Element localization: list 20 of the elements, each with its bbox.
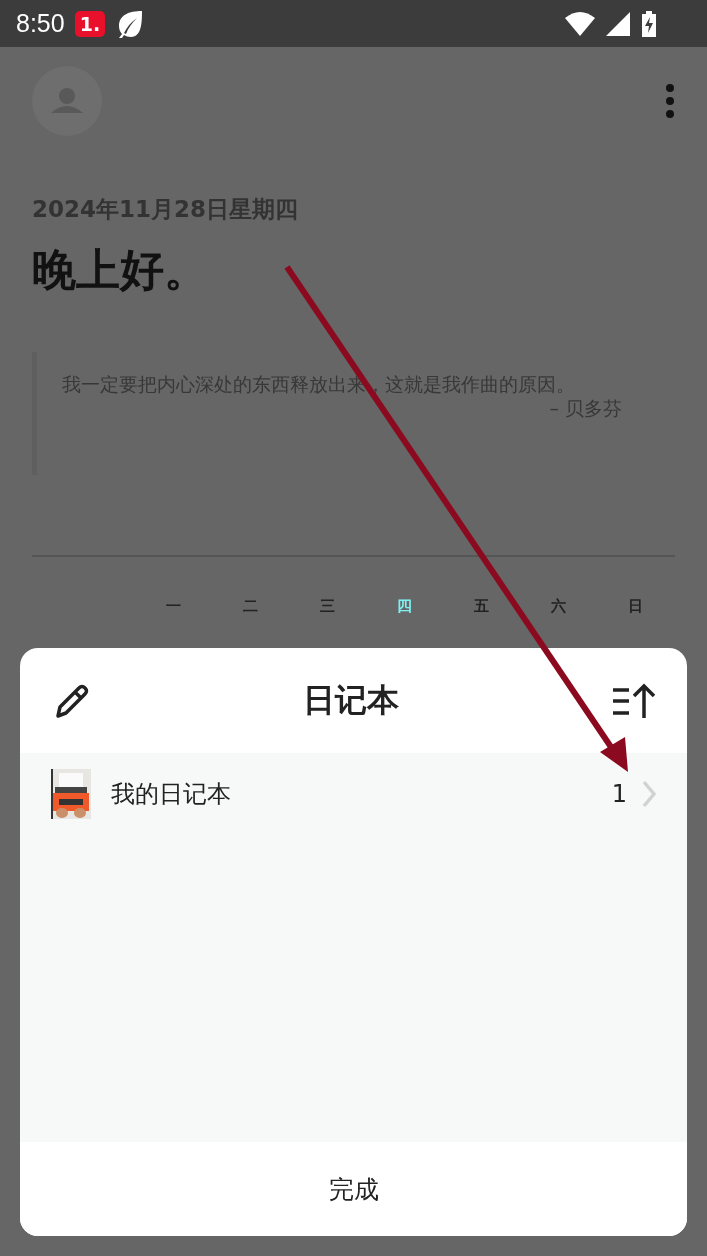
chevron-right-icon (641, 779, 657, 809)
notification-badge: 1. (74, 10, 106, 37)
weekday-label[interactable]: 二 (212, 597, 289, 616)
entry-count: 1 (611, 780, 627, 808)
notebook-name: 我的日记本 (111, 779, 231, 810)
more-menu-icon[interactable] (665, 84, 675, 118)
wifi-icon (565, 11, 595, 36)
greeting-title: 晚上好。 (32, 243, 209, 297)
battery-icon (641, 10, 657, 37)
weekday-label[interactable]: 四 (366, 597, 443, 616)
sheet-title: 日记本 (303, 679, 399, 721)
sort-icon[interactable] (611, 682, 657, 719)
weekday-label[interactable]: 六 (520, 597, 597, 616)
pencil-icon[interactable] (53, 682, 91, 719)
weekday-label[interactable]: 一 (135, 597, 212, 616)
weekday-label[interactable]: 三 (289, 597, 366, 616)
weekday-label[interactable]: 五 (443, 597, 520, 616)
weekday-label[interactable]: 日 (597, 597, 674, 616)
signal-icon (605, 11, 631, 36)
status-time: 8:50 (16, 9, 65, 38)
